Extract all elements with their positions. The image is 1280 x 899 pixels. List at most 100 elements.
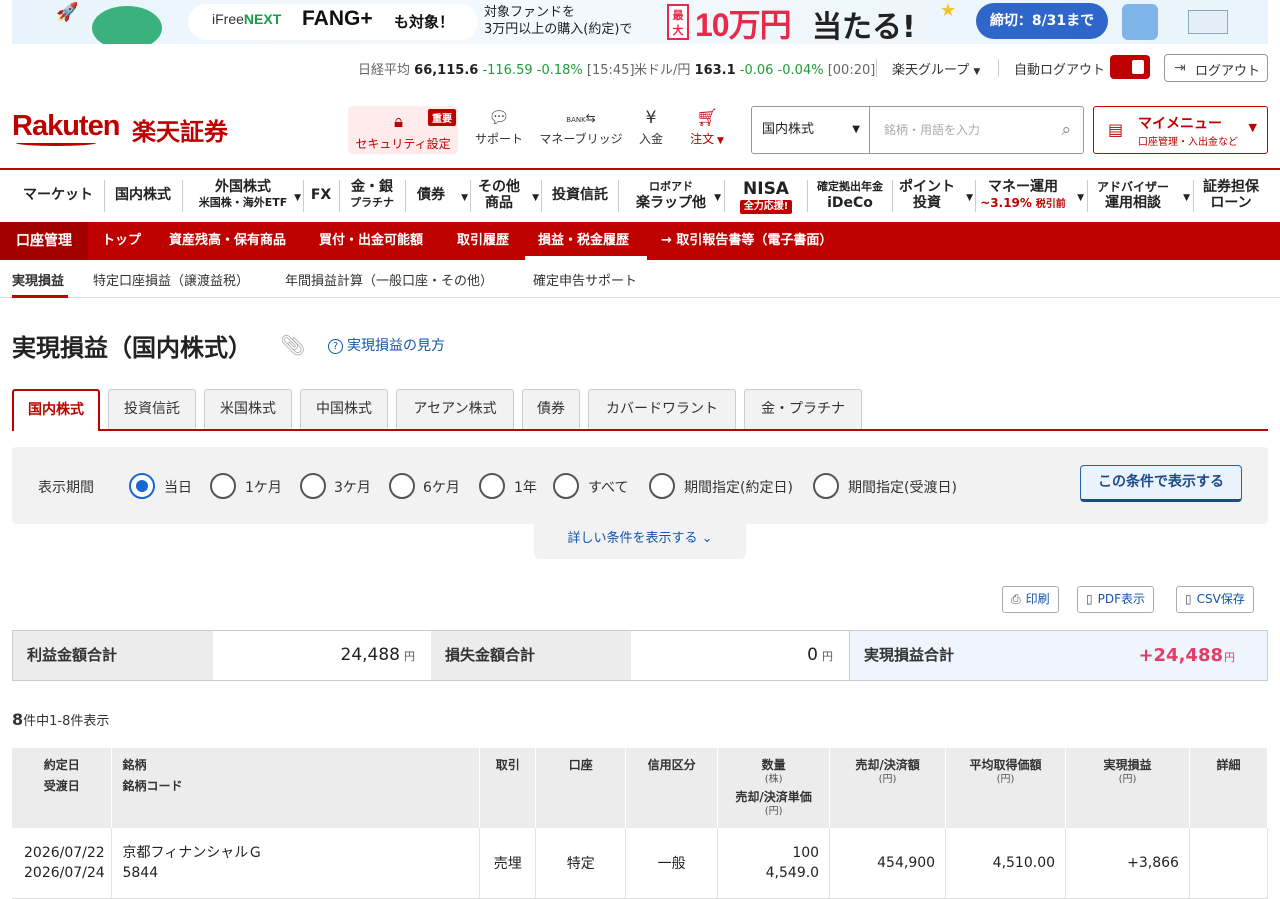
caret-down-icon: ▼ bbox=[973, 67, 981, 77]
tab-us-stock[interactable]: 米国株式 bbox=[204, 389, 292, 429]
tab-investment-trust[interactable]: 投資信託 bbox=[108, 389, 196, 429]
nav-advisor[interactable]: アドバイザー 運用相談 ▼ bbox=[1088, 174, 1192, 216]
search-input[interactable] bbox=[872, 107, 1052, 153]
row-account: 特定 bbox=[535, 828, 627, 899]
tab-bond[interactable]: 債券 bbox=[522, 389, 580, 429]
divider bbox=[998, 59, 999, 77]
col-avg-cost: 平均取得価額 (円) bbox=[945, 748, 1067, 828]
deposit-button[interactable]: ¥ 入金 bbox=[636, 106, 666, 147]
acct-nav-top[interactable]: トップ bbox=[102, 222, 141, 260]
nav-nisa[interactable]: NISA 全力応援! bbox=[725, 174, 807, 216]
period-label: 表示期間 bbox=[38, 480, 94, 496]
nav-money-management[interactable]: マネー運用 ~3.19% 税引前 ▼ bbox=[976, 174, 1086, 216]
radio-1year[interactable] bbox=[479, 473, 505, 499]
csv-button[interactable]: ▯ CSV保存 bbox=[1176, 586, 1254, 613]
radio-all[interactable] bbox=[553, 473, 579, 499]
deposit-label: 入金 bbox=[638, 132, 663, 146]
nav-fx[interactable]: FX bbox=[304, 174, 338, 216]
security-settings-button[interactable]: 🔒︎ 重要 セキュリティ設定 bbox=[348, 106, 458, 154]
profit-total-value: 24,488 円 bbox=[340, 645, 415, 665]
nav-bond[interactable]: 債券 ▼ bbox=[406, 174, 470, 216]
nav-market[interactable]: マーケット bbox=[12, 174, 104, 216]
order-menu-button[interactable]: 🛒︎ 注文 ▼ bbox=[684, 106, 730, 147]
divider bbox=[876, 59, 877, 77]
yen-coin-icon: ¥ bbox=[645, 108, 657, 128]
banner-ataru: 当たる! bbox=[812, 10, 916, 44]
nav-securities-loan[interactable]: 証券担保 ローン bbox=[1194, 174, 1268, 216]
search-icon[interactable]: ⌕ bbox=[1061, 120, 1071, 140]
account-nav-bar: 口座管理 トップ 資産残高・保有商品 買付・出金可能額 取引履歴 損益・税金履歴… bbox=[0, 222, 1280, 260]
tab-china-stock[interactable]: 中国株式 bbox=[300, 389, 388, 429]
net-pl-cell: 実現損益合計 +24,488 円 bbox=[850, 631, 1267, 680]
col-detail: 詳細 bbox=[1189, 748, 1269, 828]
nav-robo-advisor[interactable]: ロボアド 楽ラップ他 ▼ bbox=[619, 174, 723, 216]
question-icon: ? bbox=[328, 339, 343, 354]
tab-domestic-stock[interactable]: 国内株式 bbox=[12, 389, 100, 431]
banner-saidai: 最大 bbox=[667, 4, 689, 40]
result-count: 8件中1-8件表示 bbox=[12, 710, 110, 729]
table-header-row: 約定日 受渡日 銘柄 銘柄コード 取引 口座 信用区分 数量 (株) 売却/決済単価 (円… bbox=[12, 748, 1269, 828]
row-realized-pl: +3,866 bbox=[1065, 828, 1190, 899]
paperclip-icon[interactable]: 📎︎ bbox=[280, 333, 305, 357]
pl-totals: 利益金額合計 24,488 円 損失金額合計 0円 実現損益合計 +24,488 … bbox=[12, 630, 1268, 681]
radio-6months[interactable] bbox=[389, 473, 415, 499]
nav-domestic-stock[interactable]: 国内株式 bbox=[105, 174, 181, 216]
rakuten-logo[interactable]: Rakuten bbox=[12, 110, 120, 143]
col-amount: 売却/決済額 (円) bbox=[829, 748, 947, 828]
radio-label-today: 当日 bbox=[164, 480, 192, 496]
rakuten-group-menu[interactable]: 楽天グループ ▼ bbox=[892, 59, 980, 78]
acct-nav-trade-history[interactable]: 取引履歴 bbox=[457, 222, 509, 260]
radio-label-6months: 6ケ月 bbox=[423, 480, 460, 496]
caret-down-icon: ▼ bbox=[966, 193, 973, 203]
acct-nav-buying-power[interactable]: 買付・出金可能額 bbox=[319, 222, 423, 260]
search-category-select[interactable]: 国内株式 ▼ bbox=[752, 107, 870, 153]
autologout-toggle[interactable] bbox=[1110, 55, 1150, 79]
account-menu-icon: ▤ bbox=[1108, 120, 1124, 139]
nav-other-products[interactable]: その他 商品 ▼ bbox=[471, 174, 541, 216]
promo-banner[interactable]: 🚀 iFreeNEXT FANG+ も対象！ 対象ファンドを 3万円以上の購入(… bbox=[12, 0, 1268, 44]
radio-today[interactable] bbox=[129, 473, 155, 499]
subtab-specific-account-pl[interactable]: 特定口座損益（譲渡益税） bbox=[93, 270, 249, 289]
nav-investment-trust[interactable]: 投資信託 bbox=[542, 174, 618, 216]
caret-down-icon: ▼ bbox=[1183, 193, 1190, 203]
tab-asean-stock[interactable]: アセアン株式 bbox=[396, 389, 514, 429]
radio-custom-trade-date[interactable] bbox=[649, 473, 675, 499]
print-button[interactable]: ⎙ 印刷 bbox=[1002, 586, 1059, 613]
moneybridge-button[interactable]: BANK⇆ マネーブリッジ bbox=[538, 106, 624, 147]
radio-1month[interactable] bbox=[210, 473, 236, 499]
subtab-annual-pl[interactable]: 年間損益計算（一般口座・その他） bbox=[285, 270, 493, 289]
nav-ideco[interactable]: 確定拠出年金 iDeCo bbox=[808, 174, 892, 216]
tab-gold-platinum[interactable]: 金・プラチナ bbox=[744, 389, 862, 429]
radio-custom-settle-date[interactable] bbox=[813, 473, 839, 499]
acct-nav-assets[interactable]: 資産残高・保有商品 bbox=[169, 222, 286, 260]
rakuten-sec-logo[interactable]: 楽天証券 bbox=[132, 112, 228, 147]
acct-nav-trade-reports[interactable]: → 取引報告書等（電子書面） bbox=[661, 222, 832, 260]
acct-nav-pl-tax-history[interactable]: 損益・税金履歴 bbox=[538, 222, 629, 260]
profit-total-label: 利益金額合計 bbox=[13, 631, 213, 680]
tab-covered-warrant[interactable]: カバードワラント bbox=[588, 389, 736, 429]
radio-3months[interactable] bbox=[300, 473, 326, 499]
row-detail[interactable] bbox=[1189, 828, 1269, 899]
row-qty-price: 100 4,549.0 bbox=[717, 828, 831, 899]
nav-gold[interactable]: 金・銀 プラチナ bbox=[340, 174, 404, 216]
support-button[interactable]: 💬︎ サポート bbox=[474, 106, 524, 147]
subtab-tax-return-support[interactable]: 確定申告サポート bbox=[533, 270, 637, 289]
nav-point-investment[interactable]: ポイント 投資 ▼ bbox=[893, 174, 975, 216]
radio-label-1month: 1ケ月 bbox=[245, 480, 282, 496]
subtab-realized-pl[interactable]: 実現損益 bbox=[12, 270, 64, 289]
row-amount: 454,900 bbox=[829, 828, 947, 899]
net-pl-unit: 円 bbox=[1224, 651, 1235, 664]
mymenu-button[interactable]: ▤ マイメニュー 口座管理・入出金など ▼ bbox=[1093, 106, 1268, 154]
nav-foreign-stock[interactable]: 外国株式 米国株・海外ETF ▼ bbox=[183, 174, 303, 216]
show-results-button[interactable]: この条件で表示する bbox=[1080, 465, 1242, 502]
logout-button[interactable]: ⇥ ログアウト bbox=[1164, 54, 1268, 82]
banner-target: 対象ファンドを 3万円以上の購入(約定)で bbox=[484, 5, 633, 37]
pdf-button[interactable]: ▯ PDF表示 bbox=[1077, 586, 1154, 613]
loss-total-label: 損失金額合計 bbox=[431, 631, 631, 680]
cart-icon: 🛒︎ bbox=[696, 108, 718, 128]
row-stock[interactable]: 京都フィナンシャルＧ 5844 bbox=[111, 828, 481, 899]
show-detail-conditions-toggle[interactable]: 詳しい条件を表示する ⌄ bbox=[534, 524, 746, 559]
chevron-down-icon: ⌄ bbox=[701, 531, 713, 546]
caret-down-icon: ▼ bbox=[1077, 193, 1084, 203]
help-link[interactable]: ? 実現損益の見方 bbox=[328, 335, 445, 355]
